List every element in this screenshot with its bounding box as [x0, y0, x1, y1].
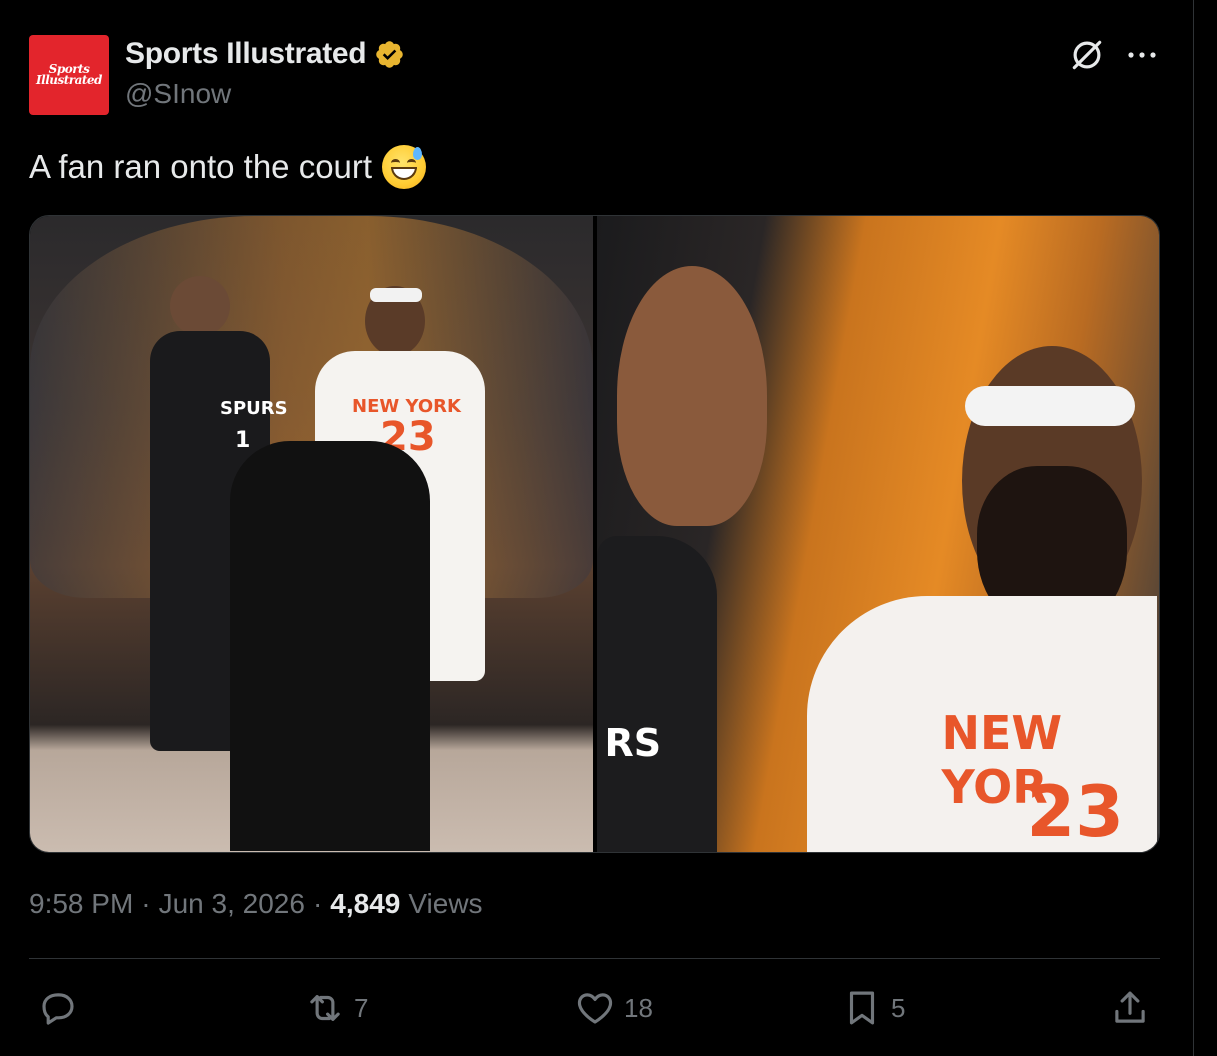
meta-separator: ·: [312, 888, 323, 919]
views-count: 4,849: [330, 888, 401, 919]
verified-badge-icon[interactable]: [374, 39, 405, 70]
bookmark-icon: [849, 991, 875, 1025]
share-icon: [1115, 991, 1145, 1023]
tweet-post: Sports Illustrated Sports Illustrated @S…: [0, 0, 1194, 1056]
more-dots-icon: [1128, 52, 1156, 58]
court-photo-left[interactable]: SPURS 1 NEW YORK 23: [30, 216, 593, 852]
closeup-photo-right[interactable]: RS NEW YOR 23: [596, 216, 1159, 852]
repost-button[interactable]: 7: [304, 985, 368, 1031]
repost-icon: [310, 995, 340, 1021]
grok-button[interactable]: [1067, 35, 1107, 75]
divider: [29, 958, 1160, 959]
action-bar: 7 18 5: [29, 985, 1160, 1031]
tweet-date[interactable]: Jun 3, 2026: [159, 888, 305, 920]
repost-count: 7: [354, 992, 369, 1023]
reply-icon: [42, 993, 74, 1025]
like-button[interactable]: 18: [574, 985, 653, 1031]
reply-button[interactable]: [37, 985, 87, 1031]
meta-separator: ·: [141, 888, 151, 919]
avatar[interactable]: Sports Illustrated: [29, 35, 109, 115]
tweet-text-content: A fan ran onto the court: [29, 148, 373, 185]
more-options-button[interactable]: [1122, 35, 1162, 75]
tweet-text: A fan ran onto the court: [29, 145, 427, 189]
bookmark-button[interactable]: 5: [841, 985, 905, 1031]
author-handle[interactable]: @SInow: [125, 78, 231, 110]
bookmark-count: 5: [891, 992, 906, 1023]
avatar-text-line2: Illustrated: [36, 73, 102, 87]
grok-icon: [1072, 40, 1102, 70]
tweet-meta: 9:58 PM · Jun 3, 2026 · 4,849 Views: [29, 888, 483, 920]
share-button[interactable]: [1109, 985, 1159, 1031]
sweat-smile-emoji-icon: [382, 145, 427, 189]
tweet-media[interactable]: SPURS 1 NEW YORK 23 RS NEW YOR 23: [29, 215, 1160, 853]
views-label: Views: [408, 888, 483, 919]
tweet-time[interactable]: 9:58 PM: [29, 888, 133, 920]
heart-icon: [577, 993, 613, 1024]
author-name-row: Sports Illustrated: [125, 37, 405, 71]
author-display-name[interactable]: Sports Illustrated: [125, 37, 367, 71]
like-count: 18: [624, 992, 653, 1023]
